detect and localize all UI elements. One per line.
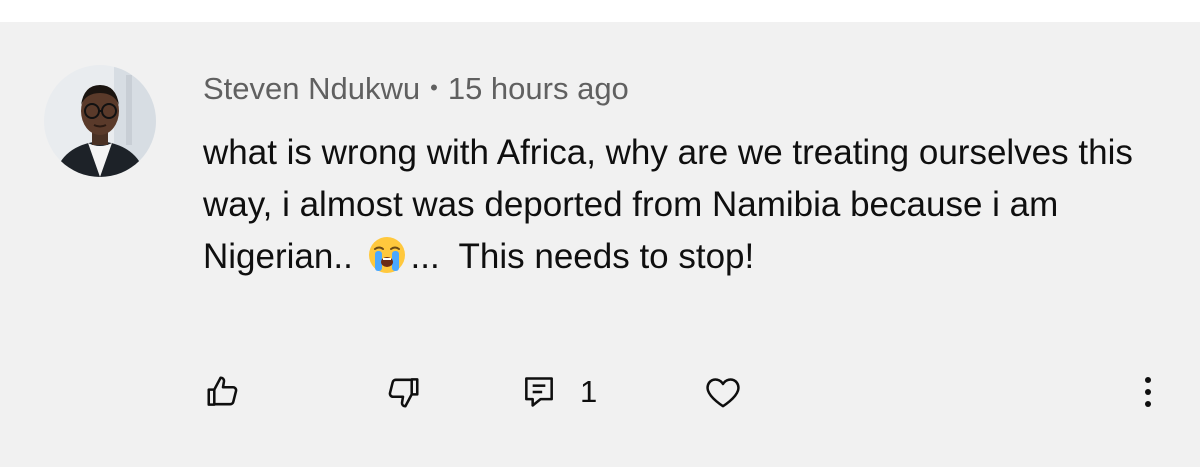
author-name[interactable]: Steven Ndukwu: [203, 71, 420, 106]
more-options-button[interactable]: [1136, 367, 1160, 417]
thumbs-up-icon: [207, 376, 238, 406]
loudly-crying-face-emoji: [367, 235, 407, 275]
comment-icon: [525, 377, 553, 407]
comment-actions: 1: [0, 367, 1200, 417]
avatar-image: [44, 65, 156, 177]
dislike-button[interactable]: [384, 367, 422, 417]
thumbs-down-icon: [388, 378, 419, 408]
like-button[interactable]: [204, 367, 242, 417]
heart-icon: [706, 378, 740, 408]
more-vertical-icon: [1145, 377, 1151, 407]
avatar[interactable]: [44, 65, 156, 177]
comment-card: Steven Ndukwu • 15 hours ago what is wrong…: [0, 22, 1200, 467]
comment-timestamp[interactable]: 15 hours ago: [448, 71, 629, 106]
meta-separator: •: [430, 74, 438, 100]
comment-text-part-2: ... This needs to stop!: [410, 237, 755, 276]
reply-button[interactable]: 1: [520, 367, 597, 417]
comment-meta: Steven Ndukwu • 15 hours ago: [203, 70, 629, 110]
comment-text: what is wrong with Africa, why are we tr…: [203, 127, 1163, 283]
reply-count: 1: [580, 374, 598, 409]
heart-button[interactable]: [703, 367, 743, 417]
